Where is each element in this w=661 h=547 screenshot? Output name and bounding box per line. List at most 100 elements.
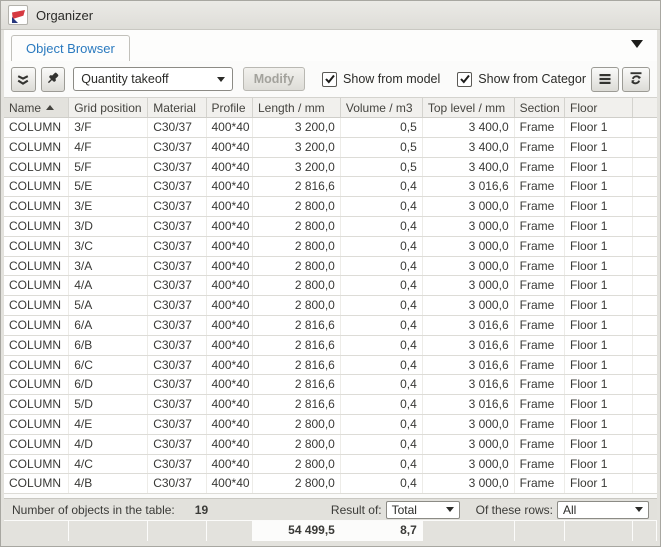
cell: COLUMN: [4, 435, 69, 454]
cell: 400*40: [207, 356, 253, 375]
cell: COLUMN: [4, 474, 69, 493]
cell: 0,4: [341, 197, 423, 216]
cell: 400*40: [207, 257, 253, 276]
cell: Frame: [515, 138, 565, 157]
cell: 400*40: [207, 276, 253, 295]
checkbox-show-from-category[interactable]: Show from Categor: [457, 72, 586, 87]
checkbox-label: Show from Categor: [478, 72, 586, 86]
result-of-select[interactable]: Total: [386, 501, 460, 519]
cell: 4/A: [69, 276, 148, 295]
table-row[interactable]: COLUMN6/BC30/37400*402 816,60,43 016,6Fr…: [4, 336, 657, 356]
column-header-name[interactable]: Name: [4, 98, 69, 117]
cell: 3 000,0: [423, 435, 515, 454]
cell-spare: [633, 415, 657, 434]
view-dropdown[interactable]: Quantity takeoff: [73, 67, 233, 91]
table-row[interactable]: COLUMN4/FC30/37400*403 200,00,53 400,0Fr…: [4, 138, 657, 158]
totals-cell: [515, 521, 565, 541]
column-header-top-level-mm[interactable]: Top level / mm: [423, 98, 515, 117]
modify-button[interactable]: Modify: [243, 67, 305, 91]
cell: 2 800,0: [253, 237, 341, 256]
menu-button[interactable]: [591, 67, 619, 92]
cell: 2 816,6: [253, 356, 341, 375]
table-row[interactable]: COLUMN3/DC30/37400*402 800,00,43 000,0Fr…: [4, 217, 657, 237]
cell: C30/37: [148, 435, 206, 454]
cell: Frame: [515, 197, 565, 216]
table-body: COLUMN3/FC30/37400*403 200,00,53 400,0Fr…: [4, 118, 657, 494]
table-row[interactable]: COLUMN4/DC30/37400*402 800,00,43 000,0Fr…: [4, 435, 657, 455]
column-header-spare: [633, 98, 657, 117]
totals-cell: [4, 521, 69, 541]
pin-button[interactable]: [41, 67, 66, 92]
cell: 3 016,6: [423, 375, 515, 394]
cell: C30/37: [148, 158, 206, 177]
cell: 400*40: [207, 455, 253, 474]
table-row[interactable]: COLUMN6/AC30/37400*402 816,60,43 016,6Fr…: [4, 316, 657, 336]
cell: 400*40: [207, 118, 253, 137]
cell: Frame: [515, 276, 565, 295]
table-row[interactable]: COLUMN4/BC30/37400*402 800,00,43 000,0Fr…: [4, 474, 657, 494]
cell: 400*40: [207, 474, 253, 493]
cell: Floor 1: [565, 237, 633, 256]
cell: 3 000,0: [423, 237, 515, 256]
cell: COLUMN: [4, 375, 69, 394]
cell: 0,4: [341, 474, 423, 493]
table-row[interactable]: COLUMN3/AC30/37400*402 800,00,43 000,0Fr…: [4, 257, 657, 277]
column-header-section[interactable]: Section: [515, 98, 565, 117]
column-header-floor[interactable]: Floor: [565, 98, 633, 117]
rows-filter-label: Of these rows:: [476, 503, 553, 517]
cell: 3 016,6: [423, 395, 515, 414]
tab-object-browser[interactable]: Object Browser: [11, 35, 130, 61]
column-header-material[interactable]: Material: [148, 98, 206, 117]
table-row[interactable]: COLUMN6/DC30/37400*402 816,60,43 016,6Fr…: [4, 375, 657, 395]
cell: 0,4: [341, 217, 423, 236]
cell: 5/E: [69, 177, 148, 196]
column-header-volume-m3[interactable]: Volume / m3: [341, 98, 423, 117]
cell: 5/D: [69, 395, 148, 414]
cell-spare: [633, 336, 657, 355]
cell-spare: [633, 217, 657, 236]
rows-filter-select[interactable]: All: [557, 501, 649, 519]
totals-cell: [633, 521, 657, 541]
cell: 2 800,0: [253, 455, 341, 474]
cell: 2 800,0: [253, 276, 341, 295]
column-header-length-mm[interactable]: Length / mm: [253, 98, 341, 117]
totals-cell: [207, 521, 253, 541]
table-row[interactable]: COLUMN5/FC30/37400*403 200,00,53 400,0Fr…: [4, 158, 657, 178]
cell: Floor 1: [565, 336, 633, 355]
column-header-label: Profile: [212, 101, 246, 115]
table-row[interactable]: COLUMN3/EC30/37400*402 800,00,43 000,0Fr…: [4, 197, 657, 217]
column-header-label: Length / mm: [258, 101, 325, 115]
cell: 6/D: [69, 375, 148, 394]
column-header-profile[interactable]: Profile: [207, 98, 253, 117]
refresh-button[interactable]: [622, 67, 650, 92]
cell: Frame: [515, 158, 565, 177]
cell: 3 000,0: [423, 257, 515, 276]
checkbox-show-from-model[interactable]: Show from model: [322, 72, 440, 87]
table-row[interactable]: COLUMN5/EC30/37400*402 816,60,43 016,6Fr…: [4, 177, 657, 197]
table-row[interactable]: COLUMN6/CC30/37400*402 816,60,43 016,6Fr…: [4, 356, 657, 376]
cell: COLUMN: [4, 217, 69, 236]
rows-filter-value: All: [563, 503, 635, 517]
cell: 4/E: [69, 415, 148, 434]
panel-menu-arrow-icon[interactable]: [631, 40, 643, 48]
table-row[interactable]: COLUMN3/CC30/37400*402 800,00,43 000,0Fr…: [4, 237, 657, 257]
sort-ascending-icon: [46, 105, 54, 110]
cell: COLUMN: [4, 177, 69, 196]
table-row[interactable]: COLUMN4/EC30/37400*402 800,00,43 000,0Fr…: [4, 415, 657, 435]
column-header-grid-position[interactable]: Grid position: [69, 98, 148, 117]
table-row[interactable]: COLUMN5/DC30/37400*402 816,60,43 016,6Fr…: [4, 395, 657, 415]
table-row[interactable]: COLUMN4/CC30/37400*402 800,00,43 000,0Fr…: [4, 455, 657, 475]
cell: 3 400,0: [423, 158, 515, 177]
table-row[interactable]: COLUMN5/AC30/37400*402 800,00,43 000,0Fr…: [4, 296, 657, 316]
cell: 3 000,0: [423, 455, 515, 474]
cell: 3 016,6: [423, 177, 515, 196]
table-row[interactable]: COLUMN3/FC30/37400*403 200,00,53 400,0Fr…: [4, 118, 657, 138]
organizer-window: Organizer Object Browser: [0, 0, 661, 547]
cell-spare: [633, 474, 657, 493]
cell-spare: [633, 296, 657, 315]
cell: 5/F: [69, 158, 148, 177]
cell: Frame: [515, 118, 565, 137]
collapse-button[interactable]: [11, 67, 36, 92]
table-row[interactable]: COLUMN4/AC30/37400*402 800,00,43 000,0Fr…: [4, 276, 657, 296]
cell-spare: [633, 455, 657, 474]
